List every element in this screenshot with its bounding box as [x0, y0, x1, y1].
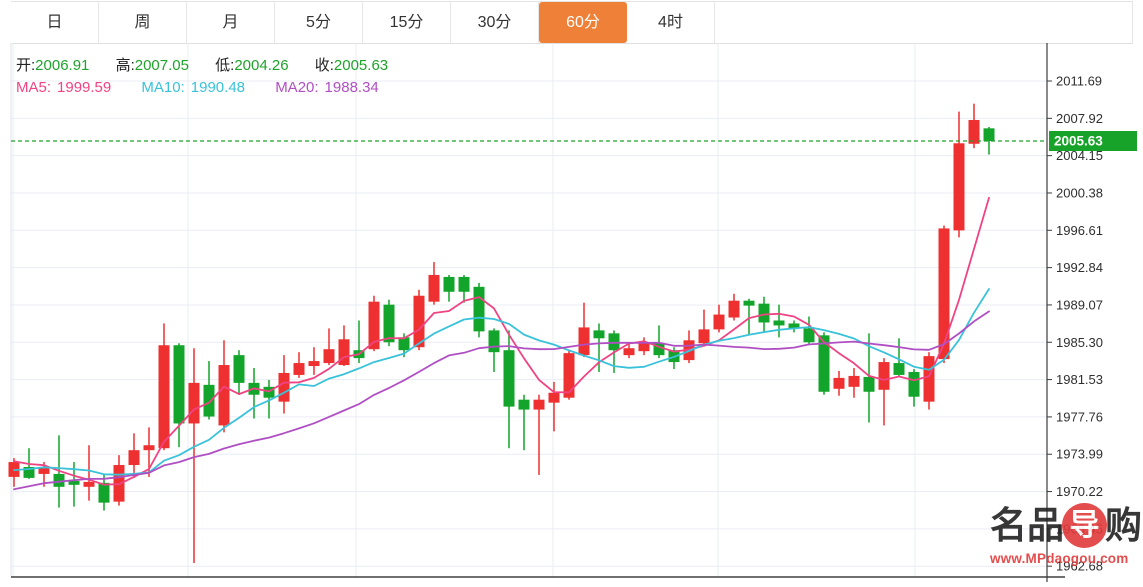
y-axis-label: 2000.38 [1056, 185, 1103, 200]
close-value: 2005.63 [334, 57, 388, 74]
candle-body [624, 348, 635, 355]
watermark-brand-circle-icon: 导 [1062, 503, 1107, 548]
candle-body [609, 333, 620, 350]
candle-body [744, 301, 755, 306]
y-axis-label: 1970.22 [1056, 484, 1103, 499]
candle-body [714, 315, 725, 330]
candle-body [309, 361, 320, 366]
ma20-value: 1988.34 [325, 79, 379, 96]
candle-body [444, 277, 455, 292]
candle-body [234, 355, 245, 383]
candle-body [699, 329, 710, 343]
candle-body [399, 337, 410, 350]
ma5-label: MA5: [16, 79, 51, 96]
watermark-brand-left: 名品 [990, 507, 1064, 544]
candle-body [894, 363, 905, 375]
candle-body [159, 345, 170, 448]
candle-body [129, 450, 140, 465]
candle-body [849, 376, 860, 387]
watermark-brand-right: 购 [1105, 507, 1142, 544]
candle-body [204, 385, 215, 417]
candle-body [54, 474, 65, 487]
ma20-label: MA20: [275, 79, 318, 96]
candle-body [489, 330, 500, 352]
low-value: 2004.26 [234, 57, 288, 74]
candle-body [99, 483, 110, 503]
y-axis-label: 2007.92 [1056, 111, 1103, 126]
candle-body [294, 363, 305, 375]
open-value: 2006.91 [35, 57, 89, 74]
y-axis-label: 1989.07 [1056, 297, 1103, 312]
candle-body [969, 120, 980, 144]
candle-body [279, 373, 290, 402]
high-label: 高: [116, 57, 135, 74]
quote-row: 开:2006.91 高:2007.05 低:2004.26 收:2005.63 [16, 54, 410, 75]
candle-body [324, 349, 335, 363]
y-axis-label: 2011.69 [1056, 74, 1102, 89]
candle-body [594, 330, 605, 338]
candle-body [534, 400, 545, 410]
candle-body [834, 378, 845, 389]
watermark-url: www.MPdaogou.com [990, 551, 1142, 566]
candle-body [174, 345, 185, 423]
y-axis-label: 1973.99 [1056, 447, 1103, 462]
candle-body [924, 356, 935, 402]
current-price-tag-text: 2005.63 [1054, 134, 1103, 149]
candle-body [564, 353, 575, 398]
watermark-brand: 名品 导 购 [990, 503, 1142, 548]
candle-body [579, 327, 590, 355]
candle-body [414, 296, 425, 347]
candle-body [879, 362, 890, 390]
ma10-label: MA10: [141, 79, 184, 96]
candle-body [729, 301, 740, 318]
y-axis-label: 1985.30 [1056, 335, 1103, 350]
kline-app: 日周月5分15分30分60分4时 开:2006.91 高:2007.05 低:2… [0, 0, 1143, 587]
open-label: 开: [16, 57, 35, 74]
y-axis-label: 1977.76 [1056, 409, 1103, 424]
candle-body [189, 383, 200, 424]
candle-body [144, 445, 155, 450]
candle-body [954, 143, 965, 230]
candle-body [774, 320, 785, 325]
candle-body [219, 365, 230, 425]
ma5-value: 1999.59 [57, 79, 111, 96]
candle-body [384, 305, 395, 343]
candle-body [474, 287, 485, 332]
close-label: 收: [315, 57, 334, 74]
candle-body [984, 128, 995, 141]
candle-body [759, 304, 770, 323]
candle-body [519, 400, 530, 410]
candle-body [429, 275, 440, 302]
ma10-value: 1990.48 [191, 79, 245, 96]
y-axis-label: 1992.84 [1056, 260, 1103, 275]
y-axis-label: 1981.53 [1056, 372, 1103, 387]
candle-body [84, 482, 95, 487]
low-label: 低: [215, 57, 234, 74]
high-value: 2007.05 [135, 57, 189, 74]
candle-body [504, 350, 515, 406]
candle-body [939, 228, 950, 359]
y-axis-label: 1996.61 [1056, 223, 1103, 238]
ma-legend-row: MA5: 1999.59 MA10: 1990.48 MA20: 1988.34 [16, 79, 385, 96]
candle-body [864, 377, 875, 392]
candle-body [549, 393, 560, 403]
candle-body [909, 372, 920, 397]
watermark: 名品 导 购 www.MPdaogou.com [990, 503, 1142, 566]
candle-body [459, 277, 470, 292]
